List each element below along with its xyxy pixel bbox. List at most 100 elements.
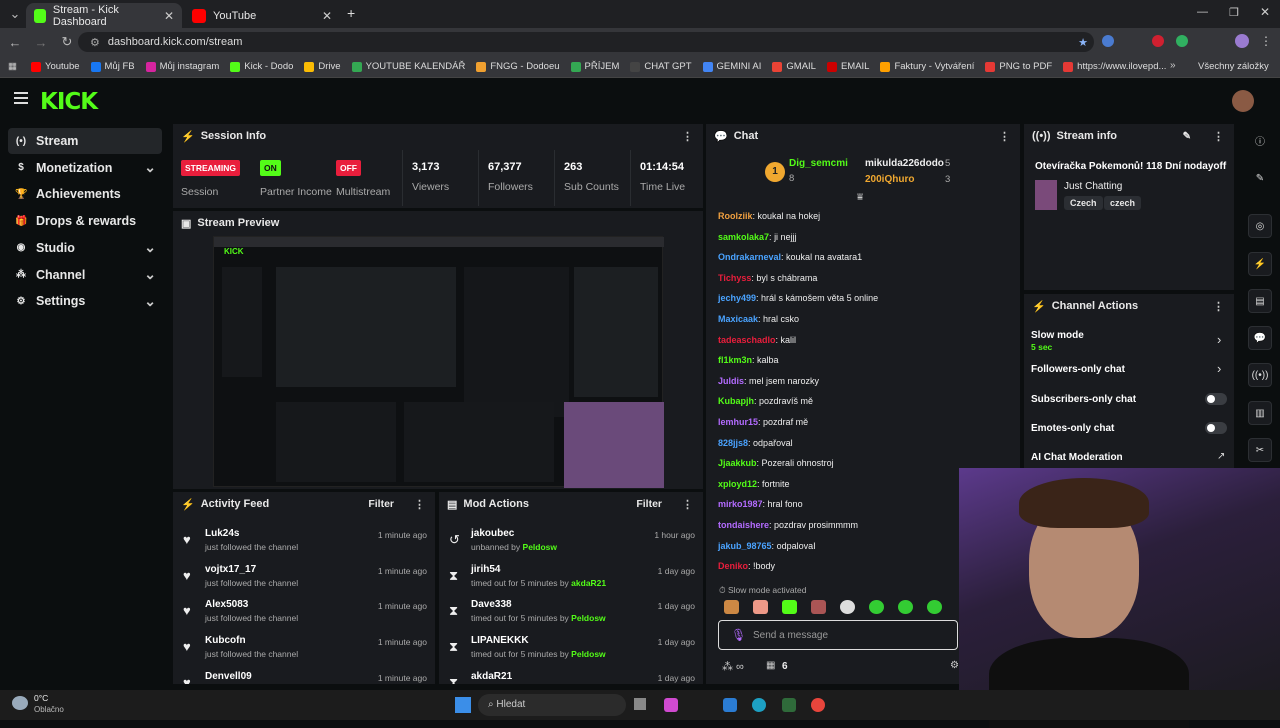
sidebar-item-settings[interactable]: ⚙ Settings ⌄ (8, 288, 162, 314)
window-close-icon[interactable]: ✕ (1260, 5, 1270, 19)
apps-grid-icon[interactable]: ▦ (8, 61, 17, 72)
hamburger-menu-icon[interactable] (14, 92, 28, 104)
emote-icon[interactable] (869, 600, 884, 614)
edge-icon[interactable] (752, 698, 766, 712)
chat-username[interactable]: 828jjs8 (718, 438, 748, 448)
top-chatter-name[interactable]: mikulda226dodo (865, 158, 944, 169)
top-chatter-name[interactable]: Dig_semcmi (789, 158, 848, 169)
user-avatar[interactable] (1232, 90, 1254, 112)
info-icon[interactable]: ⓘ (1248, 128, 1272, 152)
panel-menu-icon[interactable]: ⋮ (1213, 130, 1224, 143)
sidebar-item-monetization[interactable]: $ Monetization ⌄ (8, 155, 162, 181)
bookmark-item[interactable]: FNGG - Dodoeu (476, 61, 560, 72)
chrome-icon[interactable] (811, 698, 825, 712)
chat-username[interactable]: Deniko (718, 561, 748, 571)
chat-username[interactable]: lemhur15 (718, 417, 758, 427)
bookmark-item[interactable]: https://www.ilovepd... (1063, 61, 1166, 72)
sidebar-item-drops[interactable]: 🎁 Drops & rewards (8, 208, 162, 234)
forward-icon[interactable]: → (28, 35, 54, 50)
panel-menu-icon[interactable]: ⋮ (682, 498, 693, 511)
bookmark-item[interactable]: GMAIL (772, 61, 816, 72)
mod-target-user[interactable]: jakoubec (471, 528, 514, 539)
flash-icon[interactable]: ⚡ (1248, 252, 1272, 276)
chat-input[interactable]: 🎙 Send a message (718, 620, 958, 650)
tools-icon[interactable]: ✂ (1248, 438, 1272, 462)
chat-username[interactable]: samkolaka7 (718, 232, 769, 242)
tab-list-chevron-icon[interactable]: ⌄ (2, 6, 28, 22)
bookmark-item[interactable]: YOUTUBE KALENDÁŘ (351, 61, 465, 72)
chat-username[interactable]: Maxicaak (718, 314, 758, 324)
slow-mode-chevron-icon[interactable]: › (1217, 332, 1221, 347)
chat-username[interactable]: tondaishere (718, 520, 769, 530)
back-icon[interactable]: ← (2, 35, 28, 50)
mod-target-user[interactable]: akdaR21 (471, 671, 512, 682)
panel-menu-icon[interactable]: ⋮ (682, 130, 693, 143)
bookmark-item[interactable]: PNG to PDF (985, 61, 1052, 72)
chat-username[interactable]: Roolziik (718, 211, 753, 221)
emote-icon[interactable] (753, 600, 768, 614)
emote-icon[interactable] (927, 600, 942, 614)
sidebar-item-achievements[interactable]: 🏆 Achievements (8, 181, 162, 207)
chat-settings-icon[interactable]: ⚙ (950, 660, 959, 671)
emote-icon[interactable] (898, 600, 913, 614)
panel-menu-icon[interactable]: ⋮ (999, 130, 1010, 143)
chat-username[interactable]: jakub_98765 (718, 541, 772, 551)
mod-filter-button[interactable]: Filter (636, 498, 662, 510)
edit-pencil-icon[interactable]: ✎ (1183, 131, 1191, 142)
chevron-down-icon[interactable]: ⌄ (144, 266, 156, 283)
copilot-icon[interactable] (664, 698, 678, 712)
emote-icon[interactable] (782, 600, 797, 614)
close-tab-icon[interactable]: ✕ (322, 9, 332, 23)
bookmark-item[interactable]: EMAIL (826, 61, 869, 72)
chat-username[interactable]: tadeaschadlo (718, 335, 776, 345)
activity-user[interactable]: vojtx17_17 (205, 564, 256, 575)
maximize-icon[interactable]: ❐ (1229, 6, 1239, 19)
taskbar-search[interactable]: ⌕ Hledat (478, 694, 626, 716)
outlook-icon[interactable] (723, 698, 737, 712)
chat-username[interactable]: Kubapjh (718, 396, 754, 406)
bookmark-star-icon[interactable]: ★ (1078, 36, 1088, 49)
sidebar-item-channel[interactable]: ⁂ Channel ⌄ (8, 262, 162, 288)
activity-user[interactable]: Alex5083 (205, 599, 248, 610)
extension-icon[interactable] (1102, 35, 1114, 47)
stream-tag[interactable]: czech (1104, 196, 1142, 210)
extension-icon[interactable] (1176, 35, 1188, 47)
chat-username[interactable]: mirko1987 (718, 499, 763, 509)
close-tab-icon[interactable]: ✕ (164, 9, 174, 23)
mic-icon[interactable]: 🎙 (731, 628, 746, 642)
emote-icon[interactable] (840, 600, 855, 614)
external-link-icon[interactable]: ↗ (1217, 451, 1225, 462)
chevron-down-icon[interactable]: ⌄ (144, 293, 156, 310)
moderator-name[interactable]: Peldosw (571, 613, 605, 623)
chat-username[interactable]: Ondrakarneval (718, 252, 781, 262)
users-infinity-icon[interactable]: ⁂ ∞ (722, 660, 744, 673)
activity-filter-button[interactable]: Filter (368, 498, 394, 510)
chevron-down-icon[interactable]: ⌄ (144, 239, 156, 256)
emote-icon[interactable] (724, 600, 739, 614)
panel-menu-icon[interactable]: ⋮ (1213, 300, 1224, 313)
bookmark-item[interactable]: Faktury - Vytváření (880, 61, 974, 72)
task-view-icon[interactable] (634, 698, 646, 710)
activity-user[interactable]: Luk24s (205, 528, 239, 539)
chat-username[interactable]: fl1km3n (718, 355, 752, 365)
chat-bubble-icon[interactable]: 💬 (1248, 326, 1272, 350)
reload-icon[interactable]: ↻ (54, 34, 80, 50)
chat-username[interactable]: xployd12 (718, 479, 757, 489)
stream-preview-video[interactable]: KICK (213, 236, 664, 488)
layout-icon[interactable]: ▥ (1248, 401, 1272, 425)
chat-username[interactable]: jechy499 (718, 293, 756, 303)
sidebar-item-stream[interactable]: (•) Stream (8, 128, 162, 154)
camera-icon[interactable]: ◎ (1248, 214, 1272, 238)
minimize-icon[interactable]: — (1197, 6, 1208, 18)
panel-menu-icon[interactable]: ⋮ (414, 498, 425, 511)
chat-username[interactable]: Tichyss (718, 273, 751, 283)
chat-username[interactable]: Jjaakkub (718, 458, 757, 468)
address-bar[interactable]: ⚙ dashboard.kick.com/stream ★ (78, 32, 1094, 52)
emote-icon[interactable] (811, 600, 826, 614)
broadcast-icon[interactable]: ((•)) (1248, 363, 1272, 387)
followers-only-chevron-icon[interactable]: › (1217, 361, 1221, 376)
tab-kick-dashboard[interactable]: Stream - Kick Dashboard ✕ (26, 3, 182, 28)
category-thumbnail[interactable] (1035, 180, 1057, 210)
profile-icon[interactable] (1235, 34, 1249, 48)
activity-user[interactable]: Kubcofn (205, 635, 246, 646)
